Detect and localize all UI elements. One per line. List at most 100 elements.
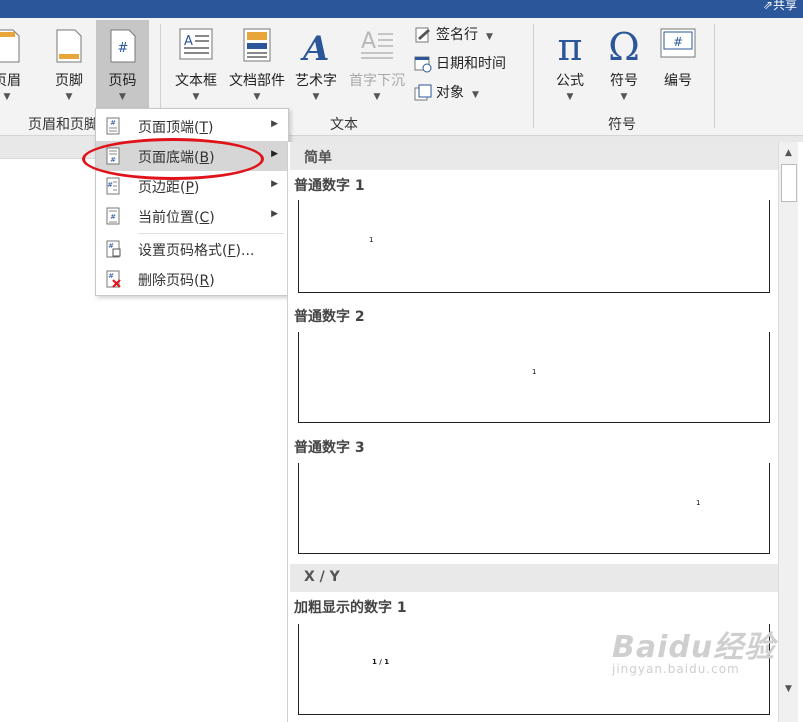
svg-text:A: A <box>184 34 193 49</box>
gallery-item-plain-number-1[interactable]: 1 <box>298 200 770 293</box>
chevron-right-icon: ▶ <box>271 179 278 189</box>
menu-item-label: 设置页码格式(F)... <box>138 243 255 259</box>
symbol-label: 符号 <box>610 73 638 89</box>
page-number-sample: 1 / 1 <box>372 658 390 666</box>
svg-text:A: A <box>361 29 376 54</box>
scroll-down-icon[interactable]: ▼ <box>779 680 798 698</box>
header-button[interactable]: 页眉 ▼ <box>0 20 32 112</box>
svg-text:#: # <box>107 181 113 189</box>
group-separator <box>533 24 534 128</box>
object-button[interactable]: 对象 ▼ <box>414 81 479 105</box>
quick-parts-button[interactable]: 文档部件 ▼ <box>226 20 288 112</box>
share-label: 共享 <box>772 0 797 12</box>
chevron-right-icon: ▶ <box>271 209 278 219</box>
date-time-button[interactable]: 日期和时间 <box>414 52 506 76</box>
footer-icon <box>56 29 82 63</box>
page-number-sample: 1 <box>369 236 374 244</box>
signature-line-label: 签名行 <box>436 27 478 43</box>
watermark-brand: Baidu经验 <box>612 630 776 665</box>
page-number-icon: # <box>106 177 120 195</box>
svg-text:A: A <box>300 29 329 64</box>
number-button[interactable]: # 编号 <box>652 20 704 112</box>
gallery-item-title: 加粗显示的数字 1 <box>294 600 407 616</box>
gallery-section-header: X / Y <box>290 564 779 592</box>
signature-icon <box>415 27 430 43</box>
symbol-button[interactable]: Ω 符号 ▼ <box>598 20 650 112</box>
menu-item-remove-page-numbers[interactable]: # 删除页码(R) <box>96 264 288 294</box>
dropcap-button[interactable]: A 首字下沉 ▼ <box>344 20 410 112</box>
gallery-section-header: 简单 <box>290 142 779 170</box>
date-time-label: 日期和时间 <box>436 56 506 72</box>
object-icon <box>414 84 432 101</box>
watermark: Baidu经验 jingyan.baidu.com <box>612 622 775 676</box>
gallery-item-title: 普通数字 1 <box>294 178 365 194</box>
page-number-button[interactable]: # 页码 ▼ <box>96 20 149 112</box>
textbox-label: 文本框 <box>175 73 217 89</box>
page-number-icon: # <box>106 207 120 225</box>
dropcap-label: 首字下沉 <box>349 73 405 89</box>
wordart-icon: A <box>300 29 329 64</box>
group-label-header-footer: 页眉和页脚 <box>28 117 98 133</box>
omega-icon: Ω <box>608 28 640 64</box>
svg-text:#: # <box>110 119 116 127</box>
chevron-down-icon: ▼ <box>566 92 574 102</box>
page-number-menu: # 页面顶端(T) ▶ # 页面底端(B) ▶ # 页边距(P) ▶ # 当前位… <box>95 108 289 296</box>
gallery-item-plain-number-3[interactable]: 1 <box>298 463 770 554</box>
svg-text:Ω: Ω <box>608 28 640 64</box>
chevron-down-icon: ▼ <box>486 32 493 42</box>
chevron-right-icon: ▶ <box>271 149 278 159</box>
number-label: 编号 <box>664 73 692 89</box>
menu-item-top-of-page[interactable]: # 页面顶端(T) ▶ <box>96 111 288 141</box>
gallery-item-plain-number-2[interactable]: 1 <box>298 332 770 423</box>
footer-button[interactable]: 页脚 ▼ <box>44 20 94 112</box>
chevron-down-icon: ▼ <box>472 90 479 100</box>
dropcap-icon: A <box>361 29 393 59</box>
menu-item-label: 页边距(P) <box>138 180 200 196</box>
page-number-sample: 1 <box>532 368 537 376</box>
page-number-sample: 1 <box>696 499 701 507</box>
scroll-up-icon[interactable]: ▲ <box>779 144 798 162</box>
footer-label: 页脚 <box>55 73 83 89</box>
equation-button[interactable]: π 公式 ▼ <box>542 20 598 112</box>
menu-item-current-position[interactable]: # 当前位置(C) ▶ <box>96 201 288 231</box>
gallery-item-title: 普通数字 2 <box>294 309 365 325</box>
highlight-ellipse <box>82 138 264 180</box>
pi-icon: π <box>558 28 583 64</box>
group-label-symbols: 符号 <box>608 117 636 133</box>
menu-item-label: 页面顶端(T) <box>138 120 214 136</box>
chevron-down-icon: ▼ <box>620 92 628 102</box>
page-number-icon: # <box>110 29 135 63</box>
scrollbar-thumb[interactable] <box>781 164 797 202</box>
chevron-down-icon: ▼ <box>3 92 11 102</box>
chevron-down-icon: ▼ <box>192 92 200 102</box>
share-button[interactable]: ⇗共享 <box>763 0 797 13</box>
chevron-down-icon: ▼ <box>373 92 381 102</box>
remove-page-number-icon: # <box>106 270 121 288</box>
signature-line-button[interactable]: 签名行 ▼ <box>414 23 493 47</box>
equation-label: 公式 <box>556 73 584 89</box>
chevron-down-icon: ▼ <box>119 92 126 102</box>
menu-item-format-page-numbers[interactable]: # 设置页码格式(F)... <box>96 234 288 264</box>
svg-text:#: # <box>110 213 116 221</box>
chevron-down-icon: ▼ <box>65 92 73 102</box>
gallery-item-title: 普通数字 3 <box>294 440 365 456</box>
header-icon <box>0 29 20 63</box>
svg-text:#: # <box>108 272 114 280</box>
format-page-number-icon: # <box>106 240 121 258</box>
chevron-right-icon: ▶ <box>271 119 278 129</box>
gallery-scrollbar[interactable]: ▲ ▼ <box>778 142 798 722</box>
menu-item-label: 当前位置(C) <box>138 210 215 226</box>
wordart-button[interactable]: A 艺术字 ▼ <box>290 20 342 112</box>
chevron-down-icon: ▼ <box>253 92 261 102</box>
title-bar: ⇗共享 <box>0 0 803 18</box>
quick-parts-icon <box>243 28 271 62</box>
page-number-icon: # <box>106 117 120 135</box>
chevron-down-icon: ▼ <box>312 92 320 102</box>
svg-text:#: # <box>117 41 128 56</box>
calendar-icon <box>414 56 432 73</box>
group-label-text: 文本 <box>330 117 358 133</box>
svg-text:π: π <box>558 28 583 64</box>
header-label: 页眉 <box>0 73 21 89</box>
textbox-button[interactable]: A 文本框 ▼ <box>168 20 224 112</box>
object-label: 对象 <box>436 85 464 101</box>
